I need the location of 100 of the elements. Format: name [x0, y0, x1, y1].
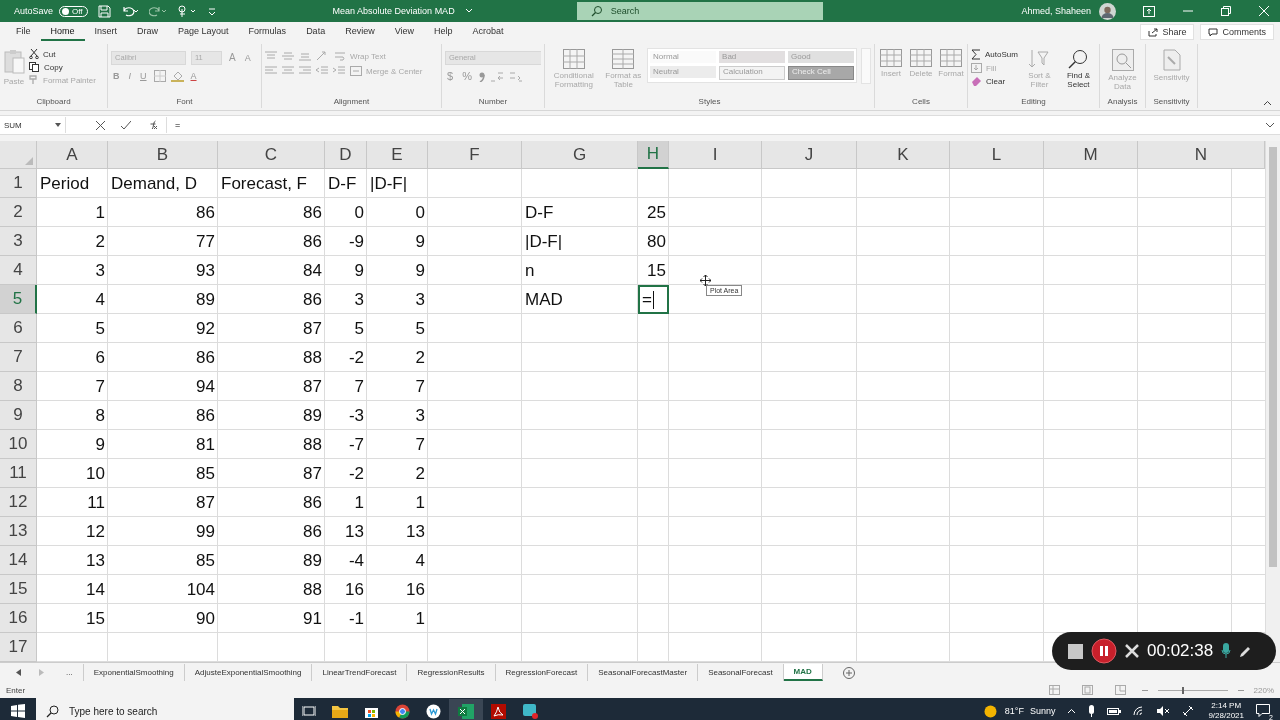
- menu-tab[interactable]: Acrobat: [462, 23, 514, 41]
- sheet-tab[interactable]: SeasonalForecastMaster: [588, 664, 699, 681]
- task-view-icon[interactable]: [302, 705, 316, 717]
- menu-tab[interactable]: Home: [40, 23, 85, 41]
- microphone-icon[interactable]: [1221, 643, 1232, 659]
- row-header[interactable]: 8: [0, 372, 37, 401]
- add-sheet-icon[interactable]: [842, 666, 855, 679]
- formula-field[interactable]: =: [166, 117, 1260, 133]
- comments-button[interactable]: Comments: [1200, 24, 1274, 40]
- row-header[interactable]: 12: [0, 488, 37, 517]
- clock-time[interactable]: 2:14 PM: [1211, 701, 1242, 711]
- row-header[interactable]: 1: [0, 169, 37, 198]
- row-header[interactable]: 3: [0, 227, 37, 256]
- cut-button[interactable]: Cut: [29, 49, 96, 59]
- active-cell[interactable]: =: [638, 285, 669, 314]
- row-header[interactable]: 17: [0, 633, 37, 662]
- sheet-tab[interactable]: RegressionResults: [407, 664, 496, 681]
- microphone-icon[interactable]: [1088, 705, 1096, 717]
- row-header[interactable]: 16: [0, 604, 37, 633]
- row-header[interactable]: 9: [0, 401, 37, 430]
- sheet-tab[interactable]: SeasonalForecast: [698, 664, 784, 681]
- menu-tab[interactable]: Insert: [84, 23, 128, 41]
- cancel-icon[interactable]: [96, 120, 105, 130]
- app-icon[interactable]: [426, 703, 441, 719]
- fill-color-icon[interactable]: [170, 70, 184, 82]
- find-select-button[interactable]: Find & Select: [1060, 47, 1096, 90]
- copy-button[interactable]: Copy: [29, 62, 96, 72]
- windows-start-icon[interactable]: [11, 704, 25, 718]
- column-header[interactable]: D: [325, 141, 367, 169]
- column-header[interactable]: I: [669, 141, 762, 169]
- sheet-tab[interactable]: AdjusteExponentialSmoothing: [184, 664, 313, 681]
- column-header[interactable]: K: [857, 141, 950, 169]
- column-header[interactable]: N: [1138, 141, 1265, 169]
- column-header[interactable]: G: [522, 141, 638, 169]
- battery-icon[interactable]: [1107, 706, 1122, 716]
- column-header[interactable]: C: [218, 141, 325, 169]
- row-header[interactable]: 5: [0, 285, 37, 314]
- row-header[interactable]: 11: [0, 459, 37, 488]
- previous-sheet-icon[interactable]: [16, 669, 22, 676]
- collapse-ribbon-icon[interactable]: [1263, 100, 1272, 106]
- expand-icon[interactable]: [1266, 122, 1274, 128]
- row-header[interactable]: 4: [0, 256, 37, 285]
- spreadsheet-app-icon[interactable]: [449, 698, 483, 720]
- comma-style-icon[interactable]: [478, 70, 485, 82]
- name-box[interactable]: SUM: [0, 117, 66, 133]
- autosum-button[interactable]: AutoSum: [971, 49, 1018, 60]
- user-name[interactable]: Ahmed, Shaheen: [1021, 6, 1091, 16]
- column-header[interactable]: E: [367, 141, 428, 169]
- stop-icon[interactable]: [1068, 643, 1083, 659]
- save-icon[interactable]: [97, 4, 111, 18]
- sheet-tab[interactable]: LinearTrendForecast: [312, 664, 408, 681]
- undo-icon[interactable]: [120, 5, 139, 17]
- column-header[interactable]: L: [950, 141, 1044, 169]
- sheet-tab[interactable]: MAD: [783, 664, 823, 681]
- sheet-tab[interactable]: ExponentialSmoothing: [83, 664, 185, 681]
- menu-tab[interactable]: Help: [424, 23, 463, 41]
- menu-tab[interactable]: Review: [335, 23, 385, 41]
- close-icon[interactable]: [1125, 644, 1139, 658]
- column-header[interactable]: F: [428, 141, 522, 169]
- pen-icon[interactable]: [1239, 644, 1253, 658]
- more-sheets-button[interactable]: ...: [56, 664, 84, 681]
- row-header[interactable]: 6: [0, 314, 37, 343]
- sheet-tab[interactable]: RegressionForecast: [495, 664, 589, 681]
- row-header[interactable]: 2: [0, 198, 37, 227]
- column-header[interactable]: B: [108, 141, 218, 169]
- column-header[interactable]: H: [638, 141, 669, 169]
- menu-tab[interactable]: Data: [296, 23, 336, 41]
- chevron-up-icon[interactable]: [1067, 708, 1077, 714]
- temperature[interactable]: 81°F: [1004, 706, 1024, 716]
- column-header[interactable]: J: [762, 141, 857, 169]
- search-field[interactable]: Search: [576, 2, 823, 20]
- pdf-app-icon[interactable]: [491, 703, 506, 719]
- recorder-app-icon[interactable]: [522, 703, 538, 719]
- row-header[interactable]: 7: [0, 343, 37, 372]
- avatar-icon[interactable]: [1099, 2, 1116, 20]
- document-title[interactable]: Mean Absolute Deviation MAD: [332, 6, 455, 16]
- menu-tab[interactable]: Page Layout: [168, 23, 239, 41]
- folder-icon[interactable]: [332, 704, 348, 718]
- row-header[interactable]: 10: [0, 430, 37, 459]
- caret-icon[interactable]: [464, 8, 473, 14]
- row-header[interactable]: 14: [0, 546, 37, 575]
- menu-tab[interactable]: File: [6, 23, 41, 41]
- clock-date[interactable]: 9/28/2021: [1208, 711, 1244, 720]
- link-icon[interactable]: [1182, 705, 1195, 717]
- row-header[interactable]: 13: [0, 517, 37, 546]
- menu-tab[interactable]: View: [384, 23, 424, 41]
- taskbar-search-field[interactable]: Type here to search: [36, 698, 294, 720]
- customize-icon[interactable]: [206, 6, 217, 16]
- redo-icon[interactable]: [148, 5, 167, 17]
- column-header[interactable]: M: [1044, 141, 1138, 169]
- menu-tab[interactable]: Formulas: [238, 23, 297, 41]
- vertical-scrollbar[interactable]: [1265, 141, 1280, 662]
- enter-icon[interactable]: [121, 120, 131, 130]
- row-header[interactable]: 15: [0, 575, 37, 604]
- zoom-thumb[interactable]: [1182, 686, 1185, 694]
- browser-icon[interactable]: [395, 703, 410, 719]
- clear-button[interactable]: Clear: [971, 76, 1018, 86]
- weather-text[interactable]: Sunny: [1029, 706, 1056, 716]
- ribbon-display-icon[interactable]: [1143, 5, 1155, 17]
- touch-mode-icon[interactable]: [176, 4, 197, 18]
